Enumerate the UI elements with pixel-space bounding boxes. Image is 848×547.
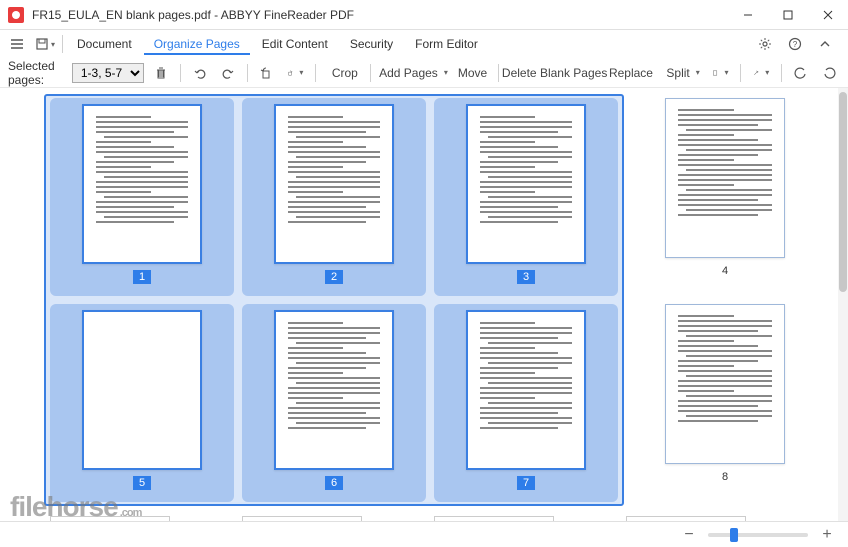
page-preview: [274, 310, 394, 470]
page-thumbnail[interactable]: 6: [242, 304, 426, 502]
delete-icon[interactable]: [150, 62, 172, 84]
add-pages-label: Add Pages: [379, 66, 438, 80]
rotate-left-icon[interactable]: [255, 62, 277, 84]
chevron-down-icon: ▾: [724, 68, 728, 77]
minimize-button[interactable]: [728, 0, 768, 30]
save-icon[interactable]: ▾: [32, 32, 58, 56]
tab-organize-pages[interactable]: Organize Pages: [144, 33, 250, 55]
delete-blank-label: Delete Blank Pages: [502, 66, 607, 80]
undo-icon[interactable]: [189, 62, 211, 84]
separator: [62, 35, 63, 53]
page-thumbnail[interactable]: 3: [434, 98, 618, 296]
move-label: Move: [458, 66, 487, 80]
svg-text:?: ?: [793, 40, 798, 49]
close-button[interactable]: [808, 0, 848, 30]
separator: [180, 64, 181, 82]
separator: [315, 64, 316, 82]
selected-pages-label: Selected pages:: [8, 59, 66, 87]
help-icon[interactable]: ?: [782, 32, 808, 56]
page-number-label: 5: [133, 476, 151, 490]
history-redo-icon[interactable]: [818, 62, 840, 84]
separator: [740, 64, 741, 82]
crop-button[interactable]: Crop: [324, 62, 362, 84]
chevron-down-icon: ▾: [299, 68, 303, 77]
watermark: filehorse.com: [10, 491, 141, 523]
separator: [370, 64, 371, 82]
zoom-out-button[interactable]: −: [678, 524, 700, 546]
tab-security[interactable]: Security: [340, 33, 403, 55]
scrollbar-thumb[interactable]: [839, 92, 847, 292]
replace-label: Replace: [609, 66, 653, 80]
separator: [781, 64, 782, 82]
enhance-icon[interactable]: ▾: [749, 62, 773, 84]
delete-blank-button[interactable]: Delete Blank Pages: [507, 62, 598, 84]
split-label: Split: [666, 66, 689, 80]
tab-edit-content[interactable]: Edit Content: [252, 33, 338, 55]
page-thumbnail[interactable]: 5: [50, 304, 234, 502]
page-number-label: 8: [716, 470, 734, 484]
collapse-icon[interactable]: [812, 32, 838, 56]
zoom-in-button[interactable]: +: [816, 524, 838, 546]
chevron-down-icon: ▾: [765, 68, 769, 77]
chevron-down-icon: ▾: [51, 40, 55, 49]
rotate-right-icon[interactable]: ▾: [283, 62, 307, 84]
move-button[interactable]: Move: [451, 62, 491, 84]
page-number-label: 3: [517, 270, 535, 284]
page-number-label: 1: [133, 270, 151, 284]
page-preview: [466, 310, 586, 470]
title-bar: FR15_EULA_EN blank pages.pdf - ABBYY Fin…: [0, 0, 848, 30]
status-bar: − +: [0, 521, 848, 547]
zoom-slider[interactable]: [708, 533, 808, 537]
page-thumbnail[interactable]: 8: [650, 304, 800, 502]
toolbar: Selected pages: 1-3, 5-7 ▾ Crop Add Page…: [0, 58, 848, 88]
page-number-label: 7: [517, 476, 535, 490]
settings-icon[interactable]: [752, 32, 778, 56]
selected-pages-input[interactable]: 1-3, 5-7: [72, 63, 144, 83]
page-preview: [665, 304, 785, 464]
vertical-scrollbar[interactable]: [838, 88, 848, 521]
window-title: FR15_EULA_EN blank pages.pdf - ABBYY Fin…: [32, 8, 728, 22]
page-preview: [82, 310, 202, 470]
redo-icon[interactable]: [217, 62, 239, 84]
chevron-down-icon: ▾: [696, 68, 700, 77]
page-number-label: 4: [716, 264, 734, 278]
page-preview: [274, 104, 394, 264]
crop-label: Crop: [332, 66, 358, 80]
page-preview: [466, 104, 586, 264]
tab-document[interactable]: Document: [67, 33, 142, 55]
page-number-label: 2: [325, 270, 343, 284]
separator: [498, 64, 499, 82]
page-options-icon[interactable]: ▾: [708, 62, 732, 84]
replace-button[interactable]: Replace: [604, 62, 654, 84]
page-thumbnail[interactable]: 2: [242, 98, 426, 296]
page-thumbnail[interactable]: 4: [650, 98, 800, 296]
page-number-label: 6: [325, 476, 343, 490]
separator: [247, 64, 248, 82]
page-preview: [665, 98, 785, 258]
hamburger-icon[interactable]: [4, 32, 30, 56]
menu-bar: ▾ Document Organize Pages Edit Content S…: [0, 30, 848, 58]
chevron-down-icon: ▾: [444, 68, 448, 77]
page-preview: [82, 104, 202, 264]
page-thumbnail[interactable]: 7: [434, 304, 618, 502]
app-icon: [8, 7, 24, 23]
zoom-slider-handle[interactable]: [730, 528, 738, 542]
history-undo-icon[interactable]: [790, 62, 812, 84]
page-grid[interactable]: 1 2 3 4 5 6 7 8: [0, 88, 838, 521]
page-thumbnail[interactable]: 1: [50, 98, 234, 296]
add-pages-button[interactable]: Add Pages ▾: [378, 62, 444, 84]
maximize-button[interactable]: [768, 0, 808, 30]
split-button[interactable]: Split ▾: [660, 62, 703, 84]
tab-form-editor[interactable]: Form Editor: [405, 33, 488, 55]
